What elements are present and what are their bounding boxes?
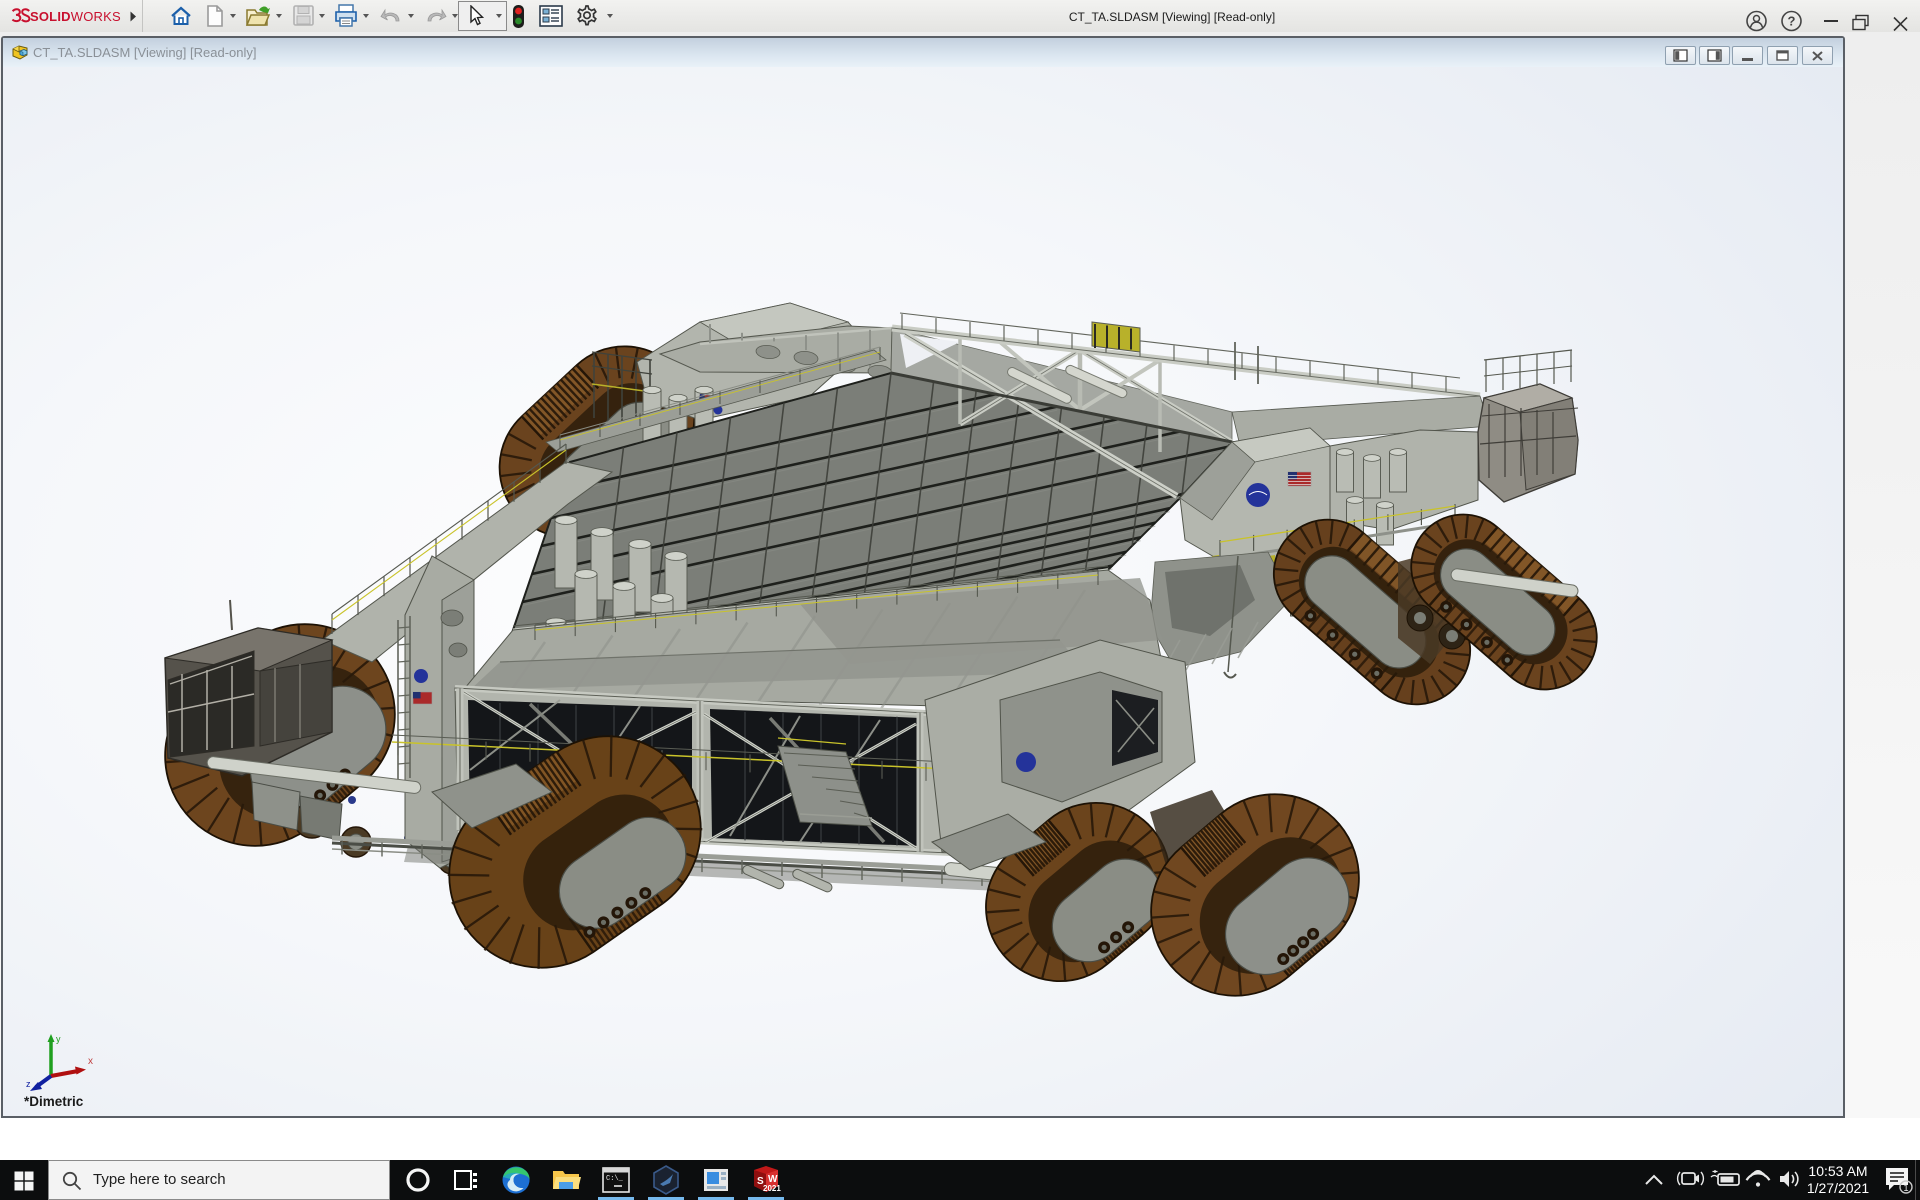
svg-text:2021: 2021	[763, 1184, 781, 1193]
svg-text:y: y	[56, 1034, 61, 1044]
svg-text:1: 1	[1903, 1183, 1908, 1193]
svg-text:z: z	[26, 1079, 31, 1089]
svg-text:?: ?	[1788, 14, 1796, 29]
svg-text:C:\_: C:\_	[606, 1175, 624, 1183]
svg-text:x: x	[88, 1056, 93, 1067]
